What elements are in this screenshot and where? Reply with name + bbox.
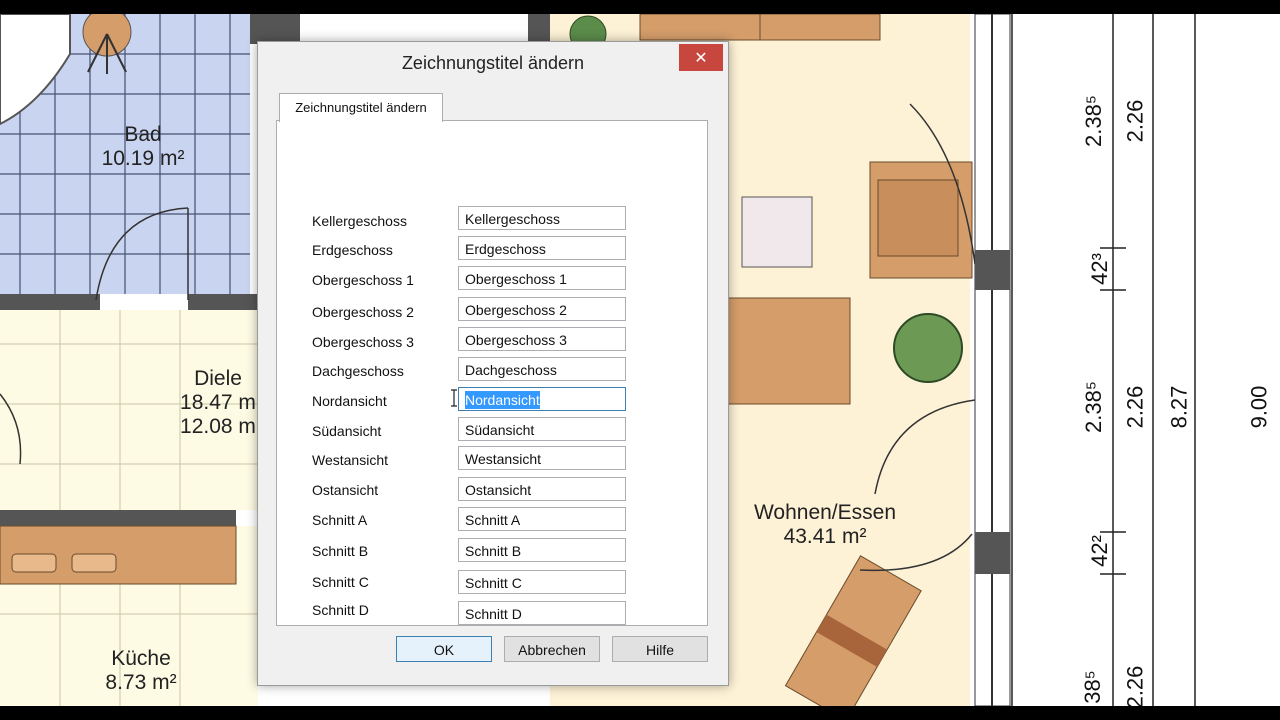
dimension-label: 9.00: [1246, 385, 1272, 429]
row-label-obergeschoss-1: Obergeschoss 1: [312, 272, 414, 288]
title-field-obergeschoss-1[interactable]: Obergeschoss 1: [458, 266, 626, 290]
room-name: Wohnen/Essen: [753, 501, 897, 524]
title-field-erdgeschoss[interactable]: Erdgeschoss: [458, 236, 626, 260]
text-cursor-icon: [451, 389, 457, 407]
ok-button[interactable]: OK: [396, 636, 492, 662]
row-label-erdgeschoss: Erdgeschoss: [312, 242, 393, 258]
room-area: 43.41 m²: [783, 525, 867, 548]
row-label-schnitt-b: Schnitt B: [312, 543, 369, 559]
help-button[interactable]: Hilfe: [612, 636, 708, 662]
rename-titles-dialog: Zeichnungstitel ändern ✕ Zeichnungstitel…: [257, 41, 729, 686]
room-label-bad: Bad 10.19 m²: [84, 123, 202, 171]
bottom-letterbox: [0, 706, 1280, 720]
dimension-label: 2.26: [1122, 99, 1148, 143]
title-field-westansicht[interactable]: Westansicht: [458, 446, 626, 470]
selected-text: Nordansicht: [465, 391, 540, 409]
dimension-label: 2.38⁵: [1080, 95, 1106, 147]
room-name: Küche: [111, 647, 171, 670]
dimension-label: 42³: [1086, 253, 1112, 285]
room-label-wohnen: Wohnen/Essen 43.41 m²: [736, 501, 914, 549]
room-label-kueche: Küche 8.73 m²: [82, 647, 200, 695]
row-label-suedansicht: Südansicht: [312, 423, 382, 439]
top-letterbox: [0, 0, 1280, 14]
row-label-kellergeschoss: Kellergeschoss: [312, 213, 407, 229]
row-label-ostansicht: Ostansicht: [312, 482, 379, 498]
room-name: Bad: [124, 123, 162, 146]
row-label-obergeschoss-3: Obergeschoss 3: [312, 334, 414, 350]
dialog-title: Zeichnungstitel ändern: [258, 42, 728, 82]
title-field-schnitt-c[interactable]: Schnitt C: [458, 570, 626, 594]
cancel-button[interactable]: Abbrechen: [504, 636, 600, 662]
title-field-kellergeschoss[interactable]: Kellergeschoss: [458, 206, 626, 230]
room-area: 10.19 m²: [101, 147, 185, 170]
title-field-dachgeschoss[interactable]: Dachgeschoss: [458, 357, 626, 381]
tab-zeichnungstitel[interactable]: Zeichnungstitel ändern: [279, 93, 443, 122]
title-field-suedansicht[interactable]: Südansicht: [458, 417, 626, 441]
title-field-obergeschoss-2[interactable]: Obergeschoss 2: [458, 297, 626, 321]
title-field-obergeschoss-3[interactable]: Obergeschoss 3: [458, 327, 626, 351]
title-field-schnitt-a[interactable]: Schnitt A: [458, 507, 626, 531]
dimension-label: 2.26: [1122, 665, 1148, 706]
room-area: 8.73 m²: [105, 671, 177, 694]
title-field-schnitt-d[interactable]: Schnitt D: [458, 601, 626, 625]
row-label-westansicht: Westansicht: [312, 452, 388, 468]
row-label-schnitt-c: Schnitt C: [312, 574, 369, 590]
close-button[interactable]: ✕: [679, 44, 723, 71]
row-label-dachgeschoss: Dachgeschoss: [312, 363, 404, 379]
row-label-obergeschoss-2: Obergeschoss 2: [312, 304, 414, 320]
title-field-ostansicht[interactable]: Ostansicht: [458, 477, 626, 501]
row-label-schnitt-d: Schnitt D: [312, 602, 369, 618]
dimension-label: 2.38⁵: [1080, 381, 1106, 433]
dimension-label: 42²: [1086, 535, 1112, 567]
title-field-nordansicht[interactable]: Nordansicht: [458, 387, 626, 411]
row-label-nordansicht: Nordansicht: [312, 393, 387, 409]
dimension-label: 2.26: [1122, 385, 1148, 429]
tab-panel: Kellergeschoss Kellergeschoss Erdgeschos…: [276, 120, 708, 626]
dimension-label: 8.27: [1166, 385, 1192, 429]
dimension-label: 38⁵: [1079, 670, 1105, 704]
row-label-schnitt-a: Schnitt A: [312, 512, 368, 528]
close-icon: ✕: [694, 48, 708, 67]
title-field-schnitt-b[interactable]: Schnitt B: [458, 538, 626, 562]
